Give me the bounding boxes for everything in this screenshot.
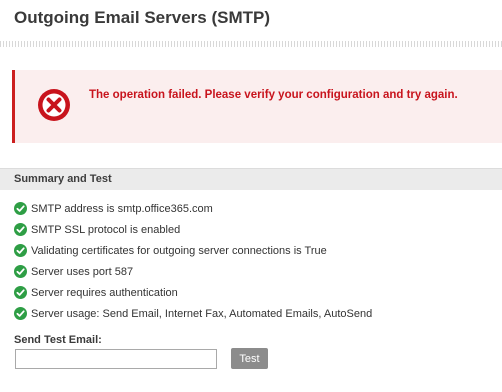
summary-item: SMTP SSL protocol is enabled xyxy=(14,219,372,240)
summary-item-text: Server usage: Send Email, Internet Fax, … xyxy=(31,307,373,320)
check-circle-icon xyxy=(14,244,27,257)
check-circle-icon xyxy=(14,223,27,236)
summary-item: SMTP address is smtp.office365.com xyxy=(14,198,372,219)
summary-item: Server requires authentication xyxy=(14,282,372,303)
title-divider xyxy=(0,41,502,47)
summary-item-text: Validating certificates for outgoing ser… xyxy=(31,244,327,257)
summary-item-text: SMTP address is smtp.office365.com xyxy=(31,202,213,215)
summary-list: SMTP address is smtp.office365.com SMTP … xyxy=(14,198,372,324)
error-x-icon xyxy=(38,89,70,121)
test-email-input[interactable] xyxy=(15,349,217,369)
check-circle-icon xyxy=(14,286,27,299)
check-circle-icon xyxy=(14,265,27,278)
alert-message: The operation failed. Please verify your… xyxy=(89,89,458,101)
section-header: Summary and Test xyxy=(0,168,502,190)
page-title: Outgoing Email Servers (SMTP) xyxy=(14,8,270,27)
section-header-label: Summary and Test xyxy=(14,173,112,185)
summary-item-text: Server requires authentication xyxy=(31,286,178,299)
summary-item: Server usage: Send Email, Internet Fax, … xyxy=(14,303,372,324)
send-test-email-label: Send Test Email: xyxy=(14,334,102,346)
check-circle-icon xyxy=(14,202,27,215)
check-circle-icon xyxy=(14,307,27,320)
summary-item: Validating certificates for outgoing ser… xyxy=(14,240,372,261)
summary-item: Server uses port 587 xyxy=(14,261,372,282)
summary-item-text: Server uses port 587 xyxy=(31,265,134,278)
test-button[interactable]: Test xyxy=(231,348,268,369)
summary-item-text: SMTP SSL protocol is enabled xyxy=(31,223,181,236)
error-alert: The operation failed. Please verify your… xyxy=(12,70,502,143)
